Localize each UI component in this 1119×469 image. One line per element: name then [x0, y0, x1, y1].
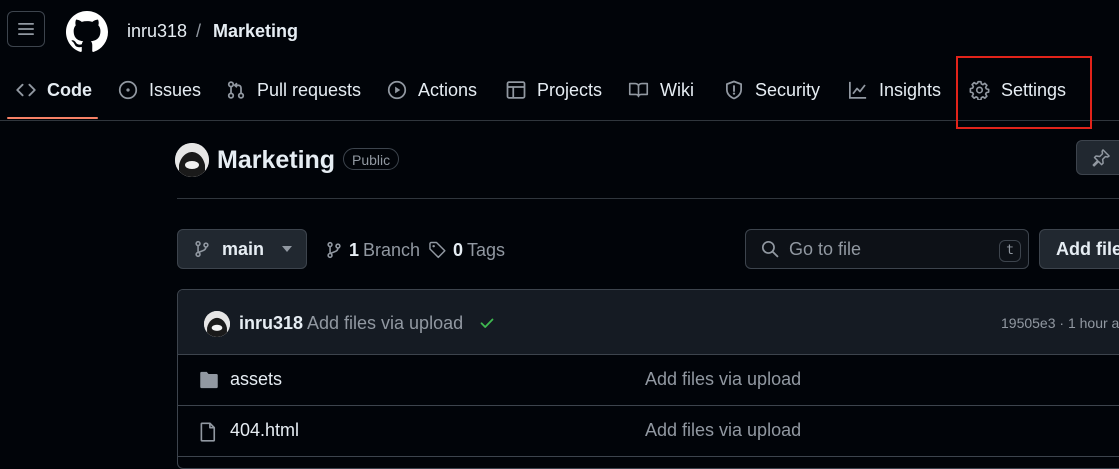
search-shortcut-key: t [999, 240, 1021, 262]
search-icon [761, 240, 779, 258]
tab-projects-label: Projects [537, 79, 603, 100]
git-pull-request-icon [227, 81, 245, 99]
title-divider [177, 198, 1119, 199]
tab-issues-label: Issues [149, 79, 202, 100]
branches-link[interactable]: 1 Branch [325, 239, 420, 261]
breadcrumb-owner[interactable]: inru318 [127, 20, 187, 42]
breadcrumb-repo[interactable]: Marketing [213, 20, 298, 42]
tab-issues[interactable]: Issues [118, 78, 201, 102]
tags-link[interactable]: 0 Tags [428, 239, 505, 261]
tab-projects[interactable]: Projects [506, 78, 602, 102]
tab-code[interactable]: Code [16, 78, 92, 102]
repo-title[interactable]: Marketing [217, 145, 335, 175]
github-logo-icon[interactable] [66, 11, 108, 53]
visibility-badge: Public [343, 148, 400, 170]
book-icon [628, 82, 649, 98]
tab-code-label: Code [47, 79, 92, 100]
commit-message[interactable]: Add files via upload [307, 313, 463, 334]
file-commit-message[interactable]: Add files via upload [645, 420, 801, 441]
tab-insights-label: Insights [879, 79, 942, 100]
file-icon [200, 422, 216, 442]
file-row[interactable]: assets Add files via upload [178, 355, 1119, 406]
issue-opened-icon [118, 80, 138, 100]
go-to-file-input[interactable]: Go to file t [745, 229, 1029, 269]
tab-insights[interactable]: Insights [848, 78, 941, 102]
latest-commit-row: inru318 Add files via upload 19505e3 · 1… [178, 290, 1119, 355]
branch-count: 1 [349, 239, 360, 260]
branch-name: main [222, 238, 265, 259]
tab-wiki[interactable]: Wiki [628, 78, 694, 102]
tab-pull-requests[interactable]: Pull requests [226, 78, 361, 102]
tag-count-label: Tags [467, 239, 506, 260]
file-table: inru318 Add files via upload 19505e3 · 1… [177, 289, 1119, 469]
search-placeholder: Go to file [789, 238, 862, 259]
tab-pull-requests-label: Pull requests [257, 79, 362, 100]
branch-count-label: Branch [363, 239, 421, 260]
tag-icon [429, 241, 446, 259]
pin-icon [1092, 148, 1110, 167]
commit-author-avatar[interactable] [204, 311, 230, 337]
commit-author[interactable]: inru318 [239, 313, 303, 334]
owner-avatar[interactable] [175, 143, 209, 177]
git-branch-icon [327, 241, 341, 259]
folder-icon [200, 371, 218, 389]
tab-security-label: Security [755, 79, 821, 100]
graph-icon [849, 81, 867, 99]
breadcrumb-separator: / [196, 21, 202, 41]
file-commit-message[interactable]: Add files via upload [645, 369, 801, 390]
check-icon[interactable] [479, 315, 495, 331]
tab-wiki-label: Wiki [660, 79, 694, 100]
tab-actions-label: Actions [418, 79, 478, 100]
tab-actions[interactable]: Actions [387, 78, 477, 102]
git-branch-icon [195, 240, 209, 258]
branch-select-button[interactable]: main [177, 229, 307, 269]
file-name[interactable]: assets [230, 369, 282, 390]
active-tab-underline [7, 117, 98, 119]
repo-header [0, 0, 1119, 121]
table-icon [506, 81, 526, 99]
add-file-button[interactable]: Add file [1039, 229, 1119, 269]
pin-button[interactable] [1076, 140, 1119, 175]
caret-down-icon [282, 246, 293, 252]
play-icon [387, 80, 407, 100]
menu-button[interactable] [7, 11, 45, 47]
file-name[interactable]: 404.html [230, 420, 299, 441]
hamburger-icon [18, 23, 34, 35]
commit-hash-time[interactable]: 19505e3 · 1 hour ago [1001, 315, 1119, 331]
settings-highlight-box [956, 56, 1092, 129]
tag-count: 0 [453, 239, 464, 260]
tab-security[interactable]: Security [724, 78, 820, 102]
code-icon [16, 83, 36, 97]
file-row[interactable]: 404.html Add files via upload [178, 406, 1119, 457]
shield-icon [726, 80, 742, 100]
